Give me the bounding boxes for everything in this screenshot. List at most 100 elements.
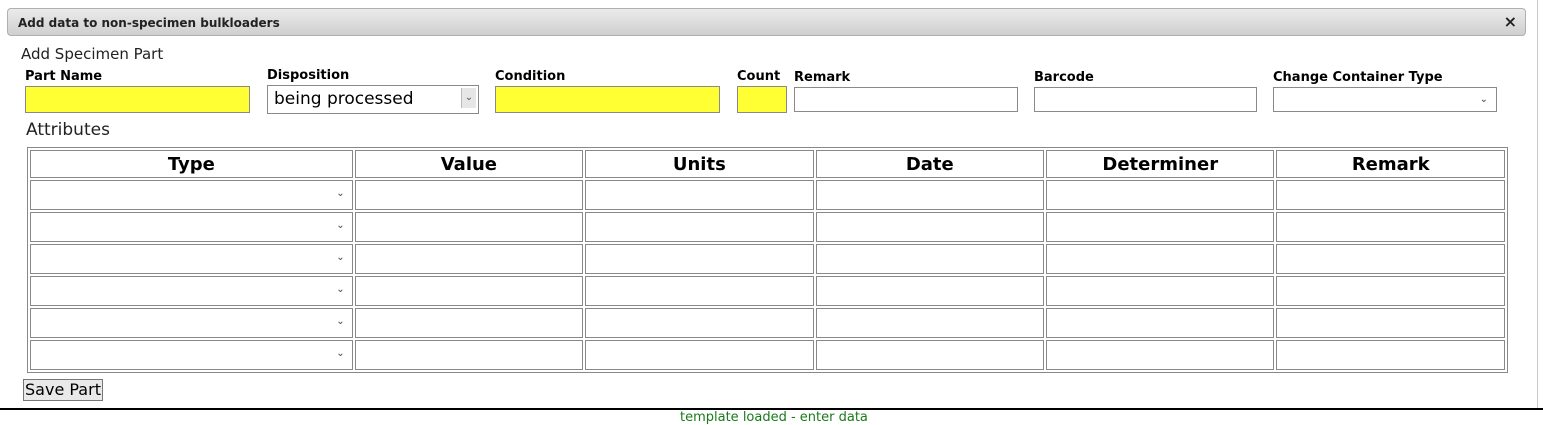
attribute-date-input[interactable] [818, 246, 1042, 272]
table-cell [354, 244, 584, 274]
attribute-date-input[interactable] [818, 214, 1042, 240]
column-header-type: Type [30, 150, 353, 178]
table-cell [1046, 244, 1275, 274]
table-cell: ⌄ [30, 308, 353, 338]
attributes-heading: Attributes [26, 120, 110, 140]
chevron-down-icon: ⌄ [336, 348, 345, 359]
table-cell [354, 276, 584, 306]
attribute-remark-input[interactable] [1278, 278, 1503, 304]
condition-label: Condition [495, 69, 566, 84]
barcode-label: Barcode [1034, 70, 1094, 85]
attribute-value-input[interactable] [357, 182, 581, 208]
column-header-value: Value [354, 150, 584, 178]
attribute-remark-input[interactable] [1278, 214, 1503, 240]
save-part-button[interactable]: Save Part [23, 379, 103, 401]
count-input[interactable] [737, 86, 787, 113]
attribute-remark-input[interactable] [1278, 342, 1503, 368]
close-icon[interactable]: × [1504, 13, 1517, 31]
attribute-determiner-input[interactable] [1048, 342, 1272, 368]
attribute-determiner-input[interactable] [1048, 310, 1272, 336]
container-type-select[interactable]: ⌄ [1273, 87, 1497, 112]
attribute-units-input[interactable] [587, 278, 811, 304]
attribute-type-select[interactable]: ⌄ [32, 342, 351, 368]
attribute-determiner-input[interactable] [1048, 214, 1272, 240]
attribute-value-input[interactable] [357, 214, 581, 240]
table-cell [1276, 308, 1505, 338]
attribute-value-input[interactable] [357, 342, 581, 368]
table-row: ⌄ [30, 244, 1505, 274]
table-cell [815, 276, 1045, 306]
attribute-type-select[interactable]: ⌄ [32, 182, 351, 208]
table-cell [1046, 340, 1275, 370]
barcode-input[interactable] [1034, 87, 1257, 112]
disposition-label: Disposition [267, 68, 350, 83]
bulkloader-dialog: Add data to non-specimen bulkloaders × A… [0, 0, 1538, 410]
column-header-units: Units [585, 150, 814, 178]
attribute-value-input[interactable] [357, 310, 581, 336]
attribute-units-input[interactable] [587, 214, 811, 240]
disposition-select[interactable]: being processed ⌄ [267, 85, 479, 114]
attribute-type-select[interactable]: ⌄ [32, 246, 351, 272]
table-cell [1276, 276, 1505, 306]
part-name-label: Part Name [25, 69, 103, 84]
table-row: ⌄ [30, 308, 1505, 338]
table-cell [1276, 244, 1505, 274]
attribute-units-input[interactable] [587, 342, 811, 368]
chevron-down-icon: ⌄ [336, 284, 345, 295]
attribute-type-select[interactable]: ⌄ [32, 310, 351, 336]
column-header-determiner: Determiner [1046, 150, 1275, 178]
attribute-units-input[interactable] [587, 310, 811, 336]
attribute-determiner-input[interactable] [1048, 278, 1272, 304]
attribute-value-input[interactable] [357, 278, 581, 304]
table-cell: ⌄ [30, 244, 353, 274]
attribute-determiner-input[interactable] [1048, 182, 1272, 208]
table-cell [585, 244, 814, 274]
table-cell [815, 308, 1045, 338]
table-cell [1046, 308, 1275, 338]
table-cell: ⌄ [30, 340, 353, 370]
table-row: ⌄ [30, 340, 1505, 370]
dialog-titlebar: Add data to non-specimen bulkloaders × [7, 8, 1526, 36]
table-row: ⌄ [30, 180, 1505, 210]
attribute-date-input[interactable] [818, 182, 1042, 208]
part-name-input[interactable] [25, 86, 250, 113]
table-cell [585, 340, 814, 370]
table-cell [815, 212, 1045, 242]
table-cell [815, 180, 1045, 210]
table-cell [1276, 180, 1505, 210]
table-cell [585, 212, 814, 242]
attribute-remark-input[interactable] [1278, 182, 1503, 208]
attribute-units-input[interactable] [587, 246, 811, 272]
attribute-remark-input[interactable] [1278, 246, 1503, 272]
disposition-value: being processed [274, 89, 414, 109]
table-cell: ⌄ [30, 212, 353, 242]
container-type-label: Change Container Type [1273, 70, 1443, 85]
attribute-remark-input[interactable] [1278, 310, 1503, 336]
table-cell [1046, 276, 1275, 306]
attributes-table: Type Value Units Date Determiner Remark … [27, 147, 1508, 373]
table-cell [1276, 212, 1505, 242]
chevron-down-icon: ⌄ [461, 88, 476, 108]
attribute-date-input[interactable] [818, 310, 1042, 336]
attribute-determiner-input[interactable] [1048, 246, 1272, 272]
table-cell [1046, 212, 1275, 242]
attribute-type-select[interactable]: ⌄ [32, 278, 351, 304]
table-cell [354, 308, 584, 338]
table-cell: ⌄ [30, 180, 353, 210]
count-label: Count [737, 69, 781, 84]
table-cell [815, 244, 1045, 274]
condition-input[interactable] [495, 86, 720, 113]
attribute-date-input[interactable] [818, 278, 1042, 304]
attribute-date-input[interactable] [818, 342, 1042, 368]
table-cell [1046, 180, 1275, 210]
table-cell [585, 180, 814, 210]
attributes-body: ⌄ ⌄ ⌄ ⌄ ⌄ ⌄ [30, 180, 1505, 370]
table-cell: ⌄ [30, 276, 353, 306]
column-header-date: Date [815, 150, 1045, 178]
attribute-units-input[interactable] [587, 182, 811, 208]
remark-input[interactable] [794, 87, 1018, 112]
attribute-type-select[interactable]: ⌄ [32, 214, 351, 240]
attributes-header-row: Type Value Units Date Determiner Remark [30, 150, 1505, 178]
attribute-value-input[interactable] [357, 246, 581, 272]
table-cell [815, 340, 1045, 370]
